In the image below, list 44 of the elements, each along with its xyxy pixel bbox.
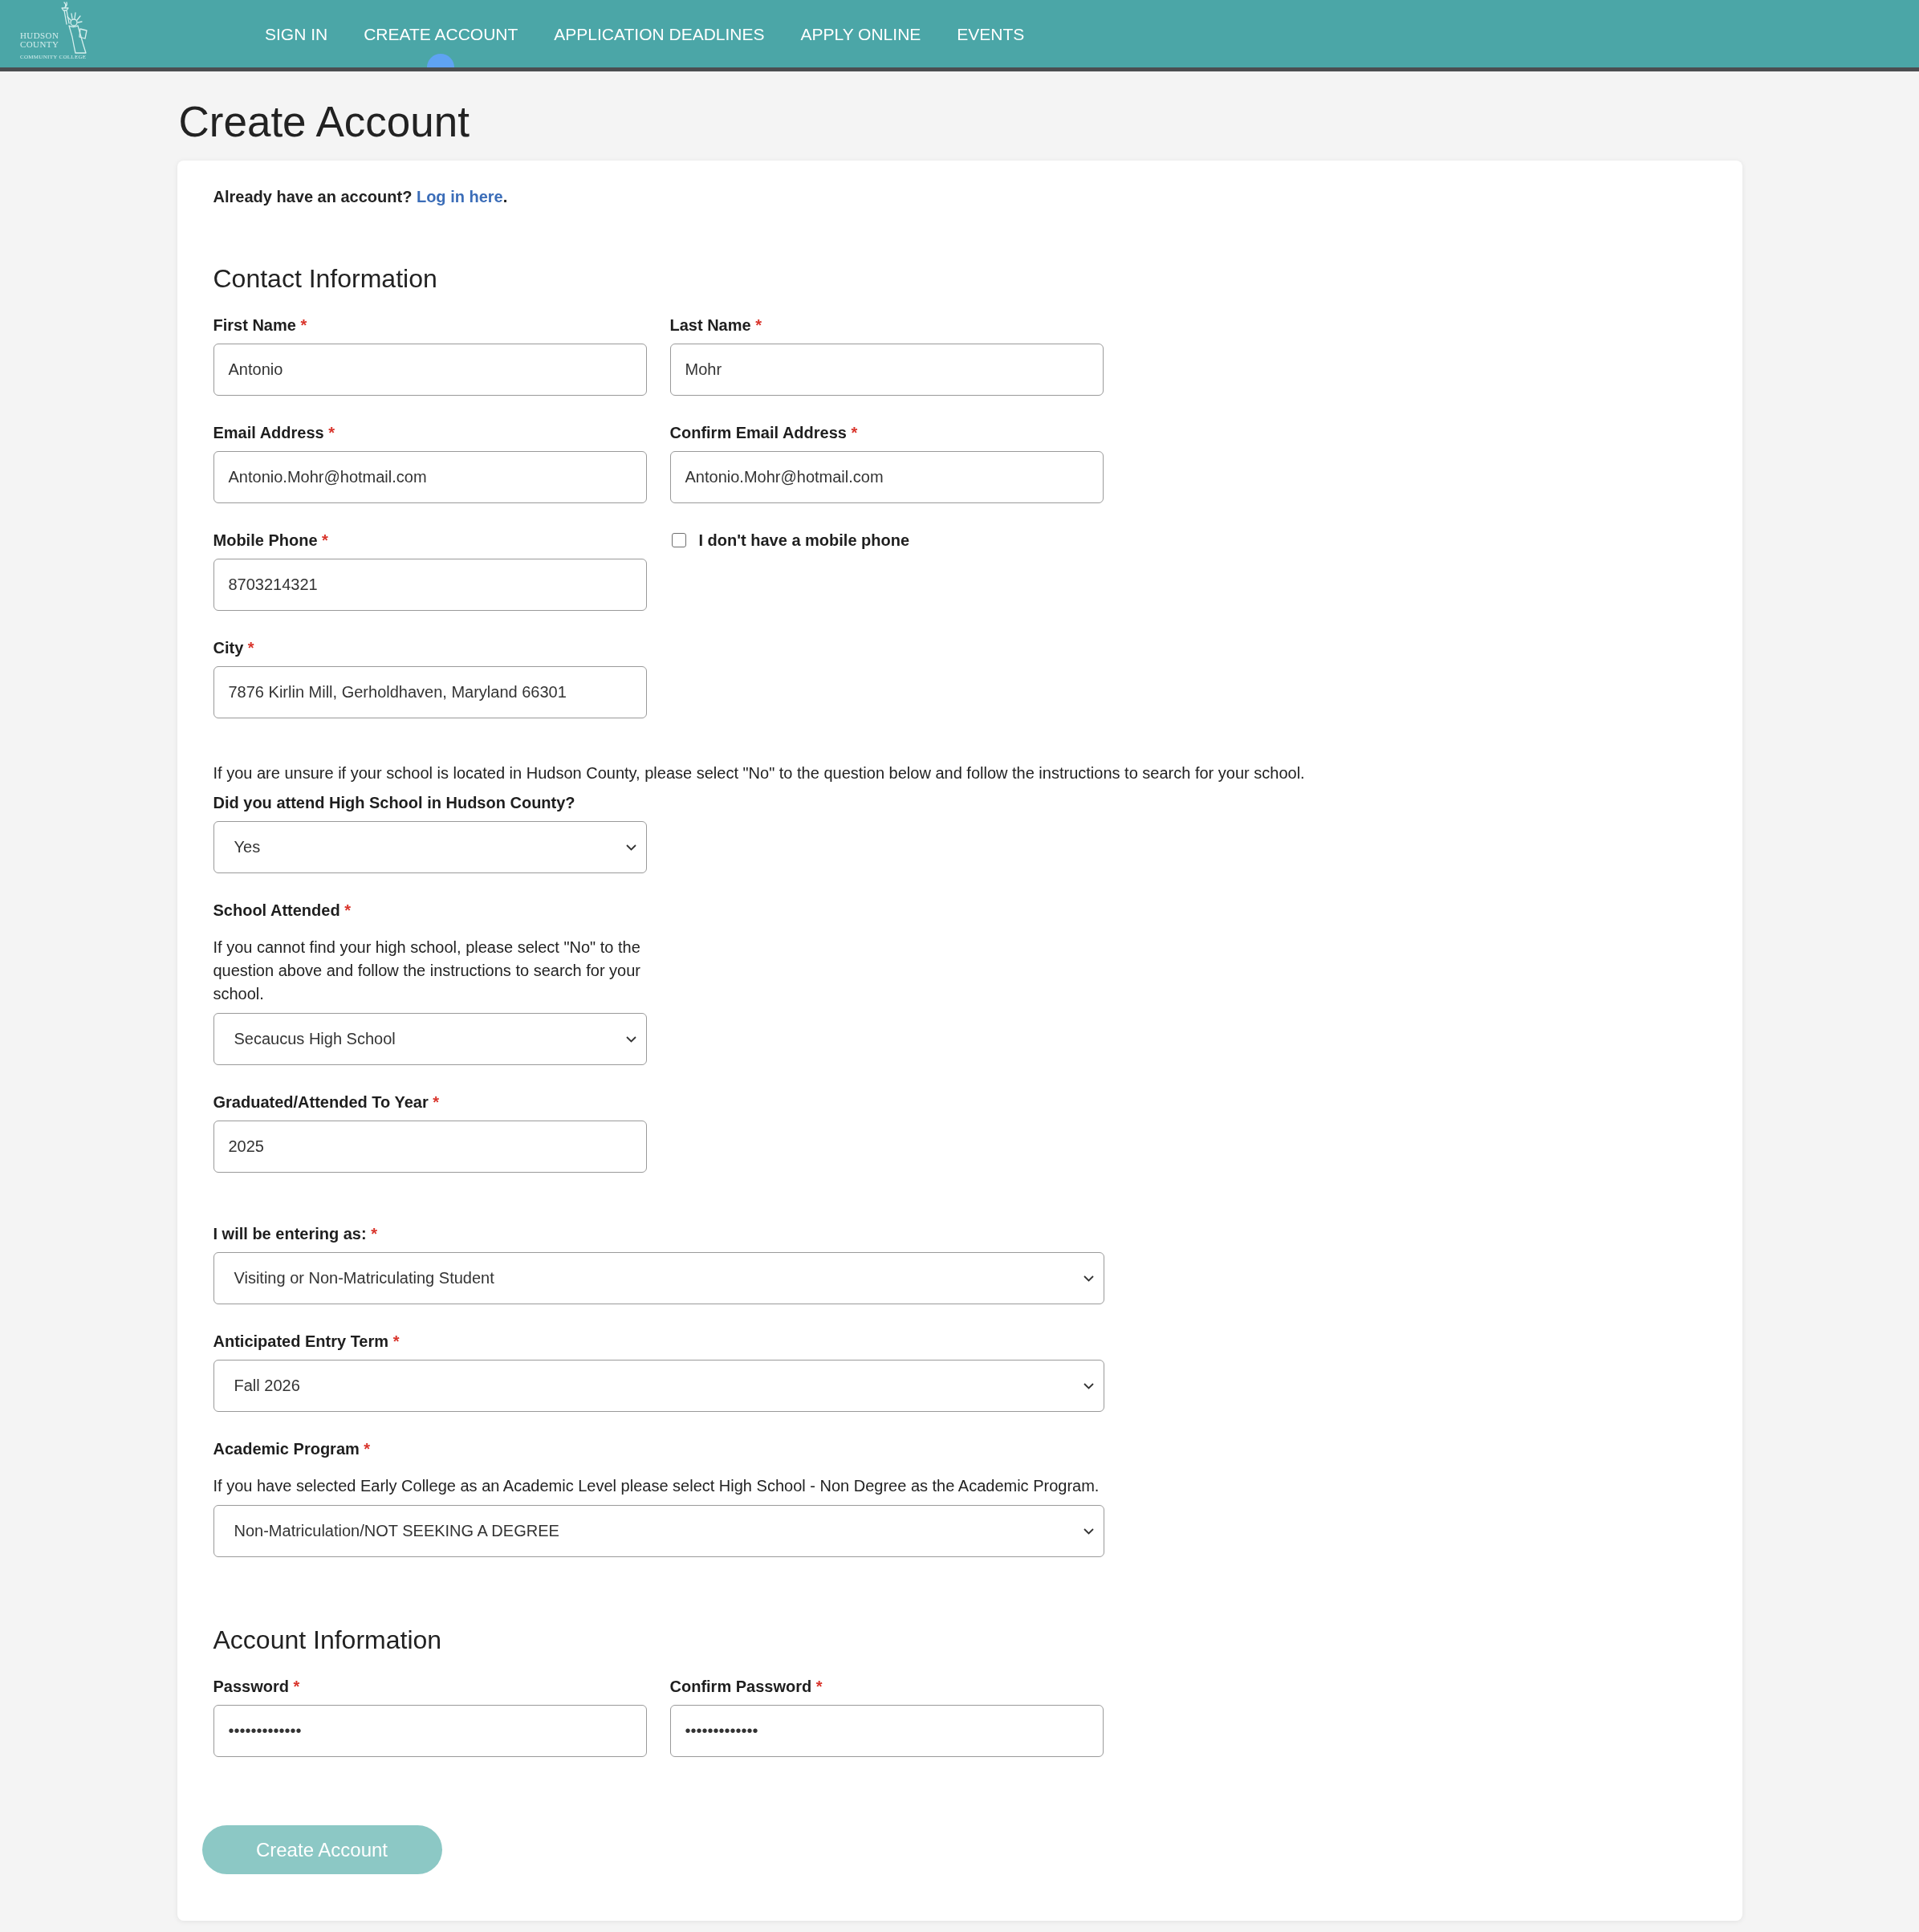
field-label: Did you attend High School in Hudson County? <box>213 793 576 813</box>
field-label: Academic Program * <box>213 1439 372 1459</box>
chevron-down-icon <box>1083 1527 1094 1535</box>
page-title: Create Account <box>178 97 470 147</box>
login-link[interactable]: Log in here <box>416 188 503 205</box>
login-prompt: Already have an account? Log in here. <box>213 187 509 207</box>
text-field[interactable]: Mohr <box>669 344 1104 396</box>
select-dropdown[interactable]: Non-Matriculation/NOT SEEKING A DEGREE <box>213 1505 1104 1557</box>
field-label: I will be entering as: * <box>213 1224 378 1244</box>
active-tab-indicator-icon <box>426 54 456 67</box>
checkbox-label[interactable]: I don't have a mobile phone <box>698 529 910 551</box>
field-label: School Attended * <box>213 901 352 921</box>
chevron-down-icon <box>1083 1382 1094 1389</box>
help-text: If you cannot find your high school, please select "No" to the question above and follow the instructions to search for your school. <box>213 938 642 1004</box>
select-dropdown[interactable]: Secaucus High School <box>213 1013 647 1065</box>
instruction-text: If you are unsure if your school is located in Hudson County, please select "No" to the question below and follow the instructions to search for your school. <box>213 763 1306 783</box>
section-heading: Account Information <box>213 1625 443 1656</box>
field-label: Anticipated Entry Term * <box>213 1332 400 1352</box>
select-dropdown[interactable]: Visiting or Non-Matriculating Student <box>213 1252 1104 1304</box>
field-label: Graduated/Attended To Year * <box>213 1092 441 1112</box>
field-label: City * <box>213 638 255 658</box>
password-field[interactable]: ••••••••••••• <box>213 1705 647 1757</box>
select-dropdown[interactable]: Fall 2026 <box>213 1360 1104 1412</box>
text-field[interactable]: 7876 Kirlin Mill, Gerholdhaven, Maryland 66301 <box>213 666 647 718</box>
field-label: First Name * <box>213 315 308 336</box>
field-label: Mobile Phone * <box>213 531 329 551</box>
field-label: Password * <box>213 1677 301 1697</box>
field-label: Last Name * <box>669 315 762 336</box>
field-label: Email Address * <box>213 423 336 443</box>
text-field[interactable]: 8703214321 <box>213 559 647 611</box>
chevron-down-icon <box>625 844 636 851</box>
section-heading: Contact Information <box>213 263 438 295</box>
field-label: Confirm Email Address * <box>669 423 859 443</box>
checkbox[interactable] <box>671 533 686 547</box>
text-field[interactable]: Antonio <box>213 344 647 396</box>
field-label: Confirm Password * <box>669 1677 823 1697</box>
text-field[interactable]: Antonio.Mohr@hotmail.com <box>213 451 647 503</box>
chevron-down-icon <box>1083 1275 1094 1282</box>
chevron-down-icon <box>625 1035 636 1043</box>
help-text: If you have selected Early College as an Academic Level please select High School - Non Degree as the Academic Program. <box>213 1476 1100 1496</box>
password-field[interactable]: ••••••••••••• <box>669 1705 1104 1757</box>
select-dropdown[interactable]: Yes <box>213 821 647 873</box>
text-field[interactable]: Antonio.Mohr@hotmail.com <box>669 451 1104 503</box>
text-field[interactable]: 2025 <box>213 1121 647 1173</box>
